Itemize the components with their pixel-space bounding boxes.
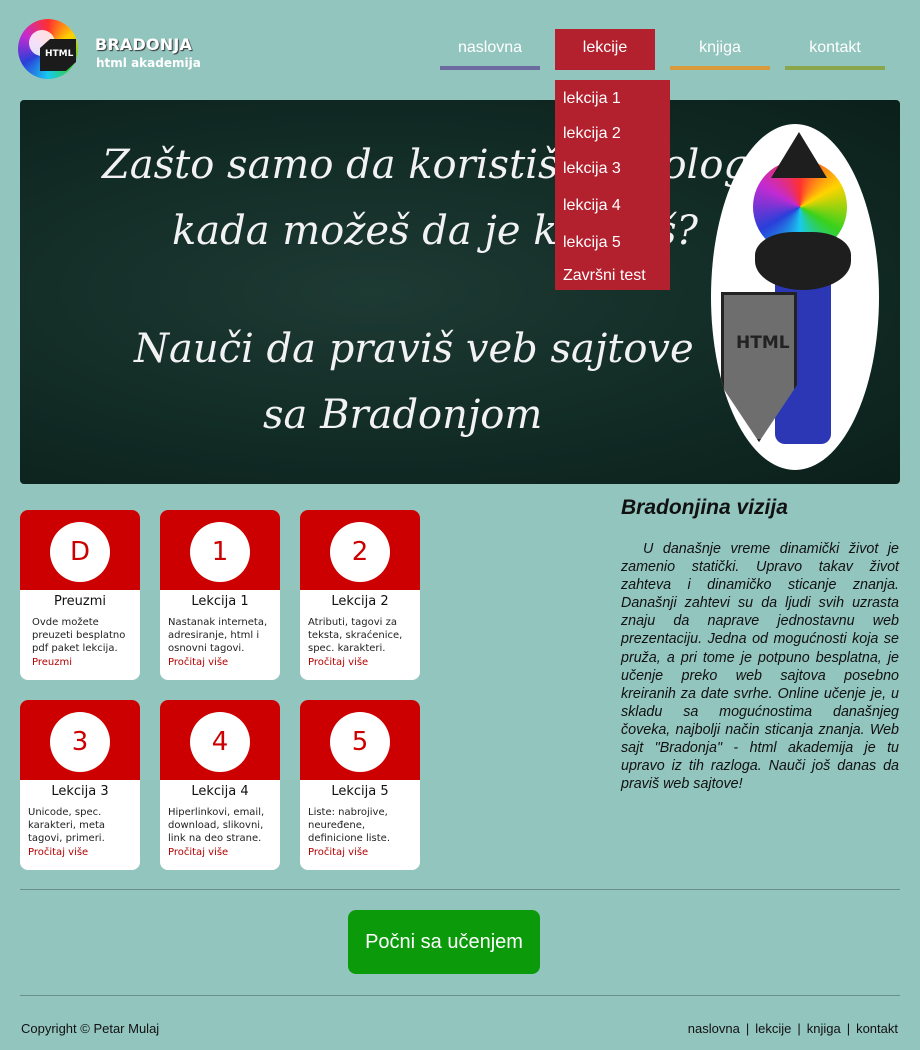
card-description: Liste: nabrojive, neuređene, definicione…	[308, 807, 390, 844]
start-learning-button[interactable]: Počni sa učenjem	[348, 910, 540, 974]
dropdown-item-lekcija-1[interactable]: lekcija 1	[563, 90, 621, 108]
hero-banner: Zašto samo da koristiš tehnologiju kada …	[20, 100, 900, 484]
card-description: Ovde možete preuzeti besplatno pdf paket…	[32, 617, 126, 654]
footer-link-kontakt[interactable]: kontakt	[856, 1021, 898, 1036]
footer-separator: |	[745, 1021, 750, 1036]
card-link-read-more[interactable]: Pročitaj više	[168, 657, 228, 668]
logo-hexagon: HTML	[40, 39, 76, 71]
card-link-read-more[interactable]: Pročitaj više	[168, 847, 228, 858]
card-link-read-more[interactable]: Pročitaj više	[28, 847, 88, 858]
card-title: Lekcija 3	[51, 784, 109, 799]
nav-item-naslovna[interactable]: naslovna	[440, 29, 540, 70]
card-title: Lekcija 4	[191, 784, 249, 799]
mascot-illustration: HTML	[711, 124, 879, 470]
card-description: Nastanak interneta, adresiranje, html i …	[168, 617, 268, 654]
divider	[20, 995, 900, 996]
mascot-hat	[771, 132, 827, 178]
hero-line-4: sa Bradonjom	[263, 392, 543, 438]
dropdown-item-lekcija-2[interactable]: lekcija 2	[563, 125, 621, 143]
footer-separator: |	[797, 1021, 801, 1036]
logo-text: HTML	[45, 49, 74, 59]
nav-item-kontakt[interactable]: kontakt	[785, 29, 885, 70]
card-lekcija-3[interactable]: 3 Lekcija 3 Unicode, spec. karakteri, me…	[20, 700, 140, 870]
lekcije-dropdown-menu: lekcija 1 lekcija 2 lekcija 3 lekcija 4 …	[555, 80, 670, 290]
card-description: Unicode, spec. karakteri, meta tagovi, p…	[28, 807, 106, 844]
brand-name[interactable]: BRADONJA	[95, 35, 192, 54]
footer-link-naslovna[interactable]: naslovna	[688, 1021, 740, 1036]
card-lekcija-2[interactable]: 2 Lekcija 2 Atributi, tagovi za teksta, …	[300, 510, 420, 680]
card-badge: 4	[190, 712, 250, 772]
mascot-beard	[755, 232, 851, 290]
footer-link-lekcije[interactable]: lekcije	[755, 1021, 791, 1036]
shield-text: HTML	[736, 333, 790, 353]
vision-text: U današnje vreme dinamički život je zame…	[621, 541, 899, 793]
dropdown-item-lekcija-4[interactable]: lekcija 4	[563, 197, 621, 215]
brand-subtitle: html akademija	[96, 56, 201, 70]
dropdown-item-lekcija-5[interactable]: lekcija 5	[563, 234, 621, 252]
card-badge: 5	[330, 712, 390, 772]
card-lekcija-5[interactable]: 5 Lekcija 5 Liste: nabrojive, neuređene,…	[300, 700, 420, 870]
hero-line-3: Nauči da praviš veb sajtove	[134, 326, 694, 372]
dropdown-item-lekcija-3[interactable]: lekcija 3	[563, 160, 621, 178]
card-link-read-more[interactable]: Pročitaj više	[308, 847, 368, 858]
footer-link-knjiga[interactable]: knjiga	[807, 1021, 841, 1036]
card-badge: 2	[330, 522, 390, 582]
footer-separator: |	[846, 1021, 851, 1036]
nav-item-lekcije[interactable]: lekcije	[555, 29, 655, 70]
nav-item-knjiga[interactable]: knjiga	[670, 29, 770, 70]
footer-nav: naslovna | lekcije | knjiga | kontakt	[688, 1021, 898, 1036]
card-title: Lekcija 2	[331, 594, 389, 609]
card-preuzmi[interactable]: D Preuzmi Ovde možete preuzeti besplatno…	[20, 510, 140, 680]
card-lekcija-1[interactable]: 1 Lekcija 1 Nastanak interneta, adresira…	[160, 510, 280, 680]
vision-title: Bradonjina vizija	[621, 496, 788, 519]
card-link-read-more[interactable]: Pročitaj više	[308, 657, 368, 668]
card-lekcija-4[interactable]: 4 Lekcija 4 Hiperlinkovi, email, downloa…	[160, 700, 280, 870]
card-badge: D	[50, 522, 110, 582]
card-title: Lekcija 5	[331, 784, 389, 799]
divider	[20, 889, 900, 890]
card-description: Hiperlinkovi, email, download, slikovni,…	[168, 807, 265, 844]
copyright: Copyright © Petar Mulaj	[21, 1021, 160, 1036]
dropdown-item-zavrsni-test[interactable]: Završni test	[563, 267, 646, 285]
card-link-preuzmi[interactable]: Preuzmi	[32, 657, 72, 668]
card-description: Atributi, tagovi za teksta, skraćenice, …	[308, 617, 403, 654]
card-title: Preuzmi	[53, 594, 106, 609]
hero-line-1: Zašto samo da koristiš tehnologiju	[102, 142, 800, 188]
card-badge: 3	[50, 712, 110, 772]
card-badge: 1	[190, 522, 250, 582]
logo-icon[interactable]: HTML	[18, 19, 78, 79]
card-title: Lekcija 1	[191, 594, 249, 609]
